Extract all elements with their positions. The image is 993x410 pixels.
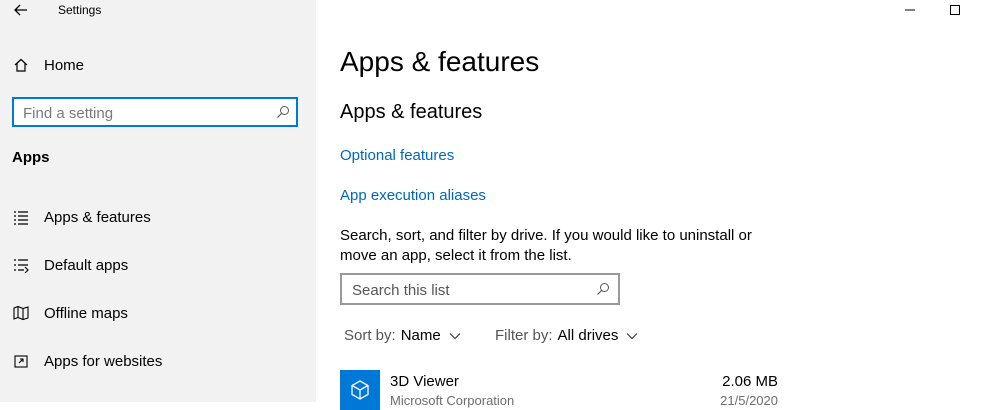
app-size: 2.06 MB [722,373,778,390]
find-setting-search[interactable] [12,97,298,127]
default-apps-icon [12,256,30,274]
sidebar-item-home[interactable]: Home [0,47,316,83]
home-icon [12,56,30,74]
search-icon[interactable] [596,282,610,296]
filter-by-value: All drives [557,327,619,344]
app-publisher: Microsoft Corporation [390,393,515,408]
sidebar: Settings Home Apps Apps & features Defau… [0,0,316,402]
sidebar-item-default-apps[interactable]: Default apps [0,247,316,283]
sidebar-home-label: Home [44,56,85,74]
optional-features-link[interactable]: Optional features [340,147,454,164]
filter-by-dropdown[interactable]: Filter by: All drives [495,327,638,344]
back-arrow-icon[interactable] [10,0,32,22]
sidebar-item-apps-for-websites[interactable]: Apps for websites [0,343,316,379]
find-setting-input[interactable] [23,103,263,123]
sidebar-item-offline-maps[interactable]: Offline maps [0,295,316,331]
sidebar-item-label: Default apps [44,256,129,274]
minimize-button[interactable] [887,0,933,20]
sidebar-section-title: Apps [12,149,50,166]
open-in-icon [12,352,30,370]
app-list-search-input[interactable] [352,280,582,300]
sort-by-dropdown[interactable]: Sort by: Name [344,327,461,344]
map-icon [12,304,30,322]
app-list-search[interactable] [340,273,620,305]
description-text: Search, sort, and filter by drive. If yo… [340,227,752,264]
list-icon [12,208,30,226]
3d-viewer-app-icon [340,370,380,410]
page-title: Apps & features [340,46,540,77]
chevron-down-icon [449,332,461,339]
sidebar-item-label: Apps & features [44,208,151,226]
app-list-item[interactable]: 3D Viewer Microsoft Corporation 2.06 MB … [340,370,780,410]
app-execution-aliases-link[interactable]: App execution aliases [340,187,486,204]
sort-by-label: Sort by: [344,327,396,344]
app-install-date: 21/5/2020 [720,393,778,408]
sidebar-item-label: Offline maps [44,304,128,322]
sidebar-item-apps-features[interactable]: Apps & features [0,199,316,235]
sidebar-item-label: Apps for websites [44,352,163,370]
window-title: Settings [58,3,102,17]
search-icon[interactable] [276,105,290,119]
sort-by-value: Name [400,327,441,344]
chevron-down-icon [626,332,638,339]
maximize-button[interactable] [932,0,978,20]
section-title: Apps & features [340,101,483,123]
filter-by-label: Filter by: [495,327,553,344]
app-name: 3D Viewer [390,373,459,390]
